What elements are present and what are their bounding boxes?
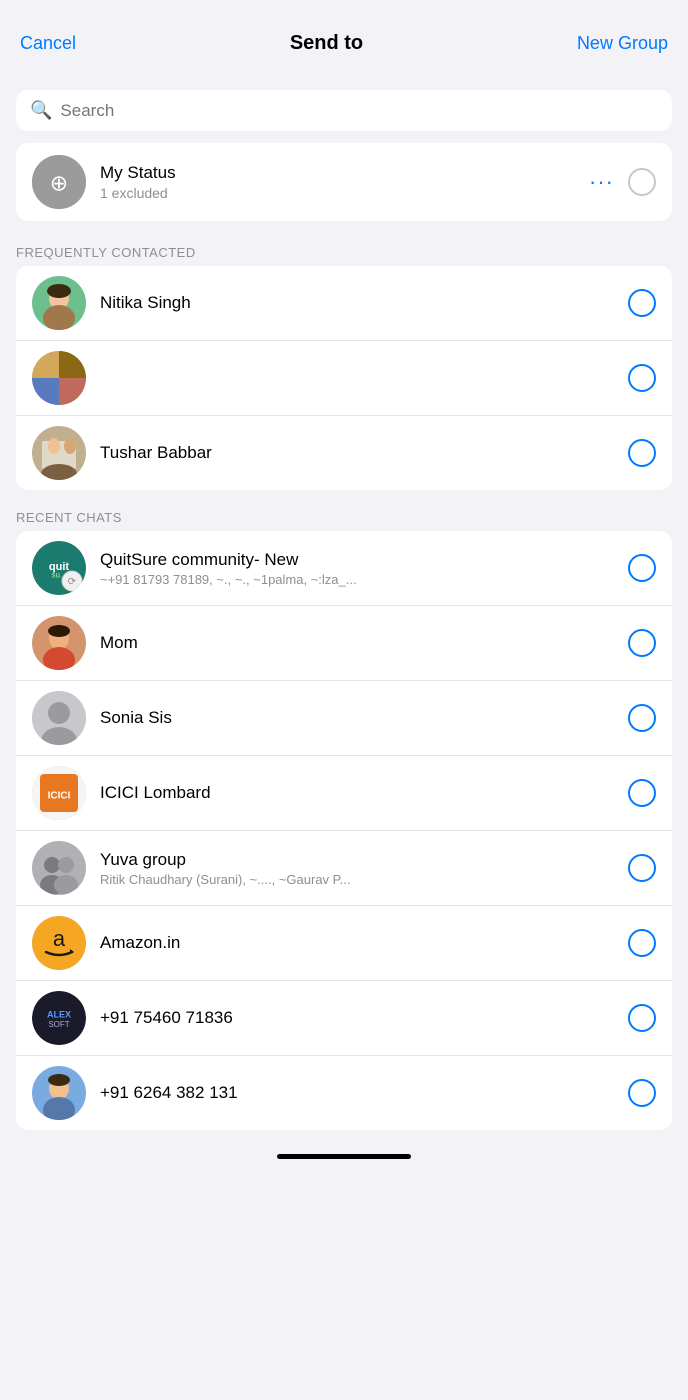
contact-name: QuitSure community- New <box>100 550 628 570</box>
svg-text:⟳: ⟳ <box>68 577 77 588</box>
avatar <box>32 426 86 480</box>
my-status-avatar: ⊕ <box>32 155 86 209</box>
select-radio-my-status[interactable] <box>628 168 656 196</box>
contact-name: Tushar Babbar <box>100 443 628 463</box>
search-container: 🔍 <box>0 82 688 143</box>
list-item[interactable]: ICICI ICICI Lombard <box>16 756 672 831</box>
list-item[interactable]: Yuva group Ritik Chaudhary (Surani), ~..… <box>16 831 672 906</box>
select-radio[interactable] <box>628 289 656 317</box>
list-item[interactable]: a Amazon.in <box>16 906 672 981</box>
contact-name: ICICI Lombard <box>100 783 628 803</box>
recent-chats-label: RECENT CHATS <box>0 500 688 531</box>
contact-name: +91 6264 382 131 <box>100 1083 628 1103</box>
cancel-button[interactable]: Cancel <box>20 33 76 54</box>
contact-info: QuitSure community- New ~+91 81793 78189… <box>100 550 628 587</box>
more-options-icon[interactable]: ··· <box>589 169 614 195</box>
recent-chats-card: quit su... ⟳ QuitSure community- New ~+9… <box>16 531 672 1130</box>
list-item[interactable]: Sonia Sis <box>16 681 672 756</box>
contact-info: Sonia Sis <box>100 708 628 728</box>
avatar <box>32 691 86 745</box>
search-bar: 🔍 <box>16 90 672 131</box>
search-input[interactable] <box>60 101 658 121</box>
contact-info: Amazon.in <box>100 933 628 953</box>
contact-name: Yuva group <box>100 850 628 870</box>
frequently-contacted-label: FREQUENTLY CONTACTED <box>0 235 688 266</box>
header: Cancel Send to New Group <box>0 0 688 82</box>
select-radio[interactable] <box>628 929 656 957</box>
list-item[interactable]: Tushar Babbar <box>16 416 672 490</box>
select-radio[interactable] <box>628 629 656 657</box>
avatar <box>32 1066 86 1120</box>
svg-text:⊕: ⊕ <box>50 171 68 196</box>
select-radio[interactable] <box>628 854 656 882</box>
search-icon: 🔍 <box>30 100 52 121</box>
list-item[interactable] <box>16 341 672 416</box>
contact-info: Nitika Singh <box>100 293 628 313</box>
contact-info: ICICI Lombard <box>100 783 628 803</box>
select-radio[interactable] <box>628 779 656 807</box>
contact-info: Mom <box>100 633 628 653</box>
contact-info: +91 6264 382 131 <box>100 1083 628 1103</box>
contact-name: Sonia Sis <box>100 708 628 728</box>
avatar <box>32 616 86 670</box>
home-indicator <box>277 1154 411 1159</box>
avatar <box>32 841 86 895</box>
my-status-sub: 1 excluded <box>100 185 589 201</box>
page-title: Send to <box>290 32 363 55</box>
avatar: a <box>32 916 86 970</box>
my-status-row[interactable]: ⊕ My Status 1 excluded ··· <box>16 143 672 221</box>
contact-name: Nitika Singh <box>100 293 628 313</box>
new-group-button[interactable]: New Group <box>577 33 668 54</box>
select-radio[interactable] <box>628 704 656 732</box>
select-radio[interactable] <box>628 439 656 467</box>
avatar: ICICI <box>32 766 86 820</box>
avatar: quit su... ⟳ <box>32 541 86 595</box>
avatar <box>32 276 86 330</box>
select-radio[interactable] <box>628 554 656 582</box>
select-radio[interactable] <box>628 364 656 392</box>
select-radio[interactable] <box>628 1004 656 1032</box>
contact-name: Amazon.in <box>100 933 628 953</box>
contact-name: +91 75460 71836 <box>100 1008 628 1028</box>
svg-text:a: a <box>53 926 66 951</box>
avatar: ALEX SOFT <box>32 991 86 1045</box>
contact-info: Tushar Babbar <box>100 443 628 463</box>
frequently-contacted-card: Nitika Singh <box>16 266 672 490</box>
my-status-name: My Status <box>100 163 589 183</box>
list-item[interactable]: Mom <box>16 606 672 681</box>
contact-name: Mom <box>100 633 628 653</box>
select-radio[interactable] <box>628 1079 656 1107</box>
avatar <box>32 351 86 405</box>
contact-sub: ~+91 81793 78189, ~., ~., ~1palma, ~:lza… <box>100 572 520 587</box>
list-item[interactable]: ALEX SOFT +91 75460 71836 <box>16 981 672 1056</box>
svg-text:ALEX: ALEX <box>47 1010 71 1020</box>
svg-text:SOFT: SOFT <box>48 1020 69 1029</box>
svg-text:ICICI: ICICI <box>48 790 71 801</box>
list-item[interactable]: Nitika Singh <box>16 266 672 341</box>
my-status-info: My Status 1 excluded <box>100 163 589 201</box>
contact-sub: Ritik Chaudhary (Surani), ~...., ~Gaurav… <box>100 872 520 887</box>
list-item[interactable]: quit su... ⟳ QuitSure community- New ~+9… <box>16 531 672 606</box>
contact-info: +91 75460 71836 <box>100 1008 628 1028</box>
list-item[interactable]: +91 6264 382 131 <box>16 1056 672 1130</box>
contact-info: Yuva group Ritik Chaudhary (Surani), ~..… <box>100 850 628 887</box>
